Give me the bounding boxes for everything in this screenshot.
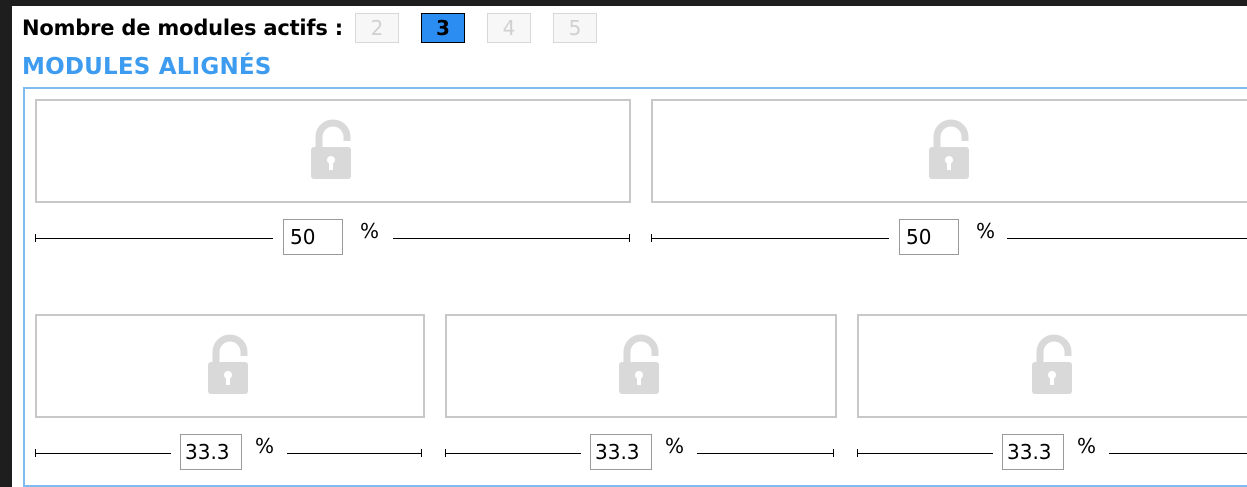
width-line-right-tick [421,449,422,457]
width-line-right [287,453,421,454]
unlocked-padlock-icon [619,334,659,394]
percent-label: % [976,219,996,243]
aligned-modules-panel: % % [23,87,1247,487]
percent-label: % [360,219,380,243]
unlocked-padlock-icon [1032,334,1072,394]
module-row2-3[interactable] [857,314,1247,418]
module-count-5-button[interactable]: 5 [552,13,597,43]
module-row1-2-width-control: % [651,219,1247,259]
width-line-left [651,238,889,239]
module-row1-2[interactable] [651,99,1247,203]
module-width-input[interactable] [899,219,959,255]
module-row1-1-width-control: % [35,219,631,259]
width-line-right-tick [629,234,630,242]
module-count-2-button[interactable]: 2 [354,13,399,43]
module-row2-2[interactable] [445,314,837,418]
module-row2-2-width-control: % [445,434,837,474]
percent-label: % [665,434,685,458]
module-row2-3-width-control: % [857,434,1247,474]
width-line-left [857,453,993,454]
unlocked-padlock-icon [929,119,969,179]
unlocked-padlock-icon [208,334,248,394]
width-line-left [35,238,273,239]
active-modules-label: Nombre de modules actifs : [22,16,343,40]
unlocked-padlock-icon [311,119,351,179]
width-line-right [697,453,833,454]
module-width-input[interactable] [180,434,242,470]
width-line-left [445,453,581,454]
module-row1-1[interactable] [35,99,631,203]
module-row2-1[interactable] [35,314,425,418]
width-line-right [393,238,629,239]
module-width-input[interactable] [283,219,343,255]
active-modules-header: Nombre de modules actifs : 2 3 4 5 [22,12,619,44]
width-line-right [1007,238,1247,239]
width-line-left [35,453,171,454]
section-title: MODULES ALIGNÉS [22,54,272,80]
width-line-right-tick [833,449,834,457]
percent-label: % [1077,434,1097,458]
module-row2-1-width-control: % [35,434,425,474]
module-width-input[interactable] [1002,434,1064,470]
module-count-4-button[interactable]: 4 [486,13,531,43]
percent-label: % [255,434,275,458]
width-line-right [1109,453,1247,454]
module-count-3-button[interactable]: 3 [420,13,465,43]
module-width-input[interactable] [590,434,652,470]
